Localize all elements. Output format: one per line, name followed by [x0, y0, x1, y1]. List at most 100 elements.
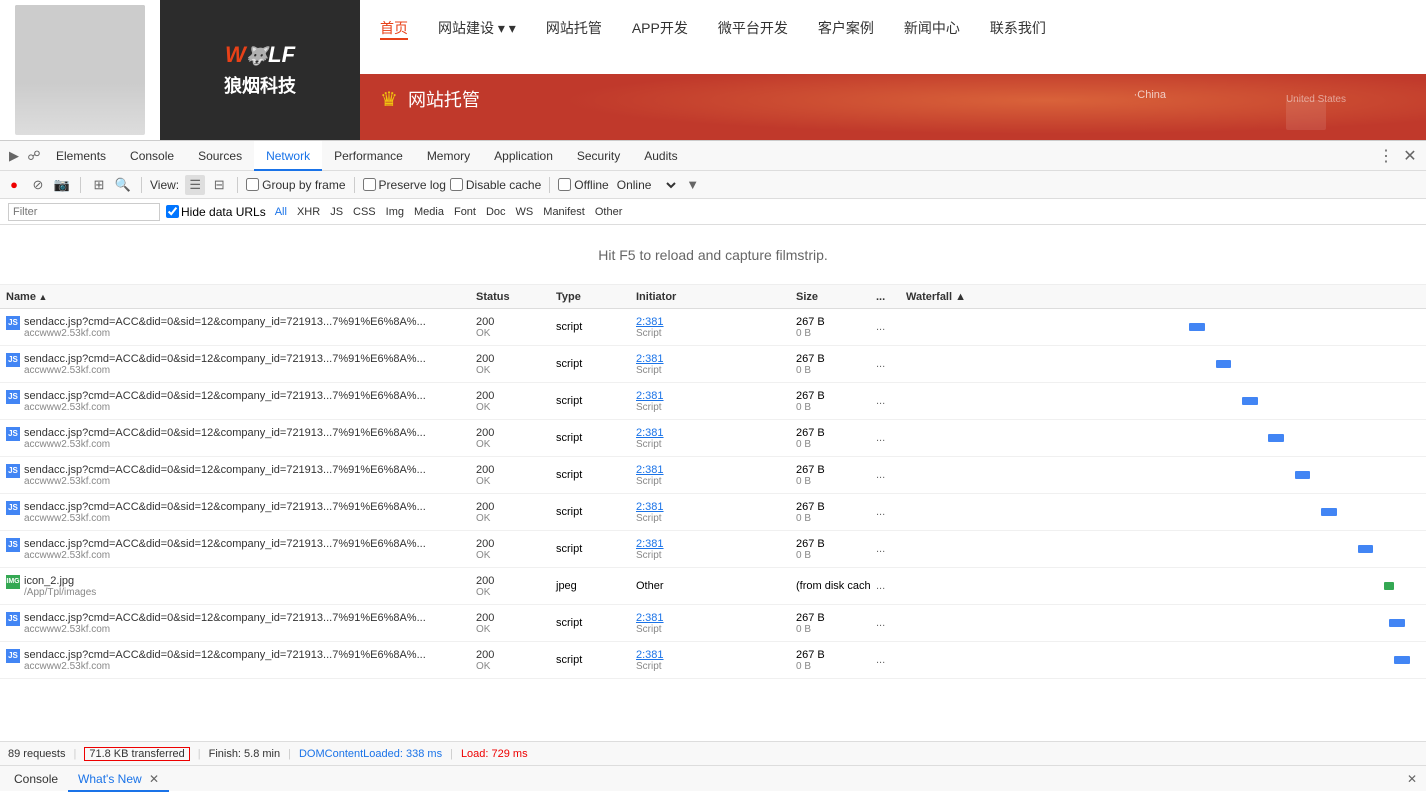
initiator-link[interactable]: 2:381 [636, 427, 664, 439]
row-more[interactable]: ... [870, 319, 900, 335]
filter-bar: Hide data URLs All XHR JS CSS Img Media … [0, 199, 1426, 225]
row-type: script [550, 356, 630, 372]
filter-type-media[interactable]: Media [411, 205, 447, 219]
nav-item-app[interactable]: APP开发 [632, 18, 688, 40]
col-size[interactable]: Size [790, 291, 870, 303]
row-more[interactable]: ... [870, 430, 900, 446]
tab-performance[interactable]: Performance [322, 141, 415, 171]
row-more[interactable]: ... [870, 356, 900, 372]
tab-elements[interactable]: Elements [44, 141, 118, 171]
filter-type-all[interactable]: All [272, 205, 290, 219]
offline-input[interactable] [558, 178, 571, 191]
separator: | [198, 748, 201, 760]
throttle-select[interactable]: Online Fast 3G Slow 3G Offline [613, 177, 679, 193]
row-more[interactable]: ... [870, 541, 900, 557]
bottom-tab-console[interactable]: Console [4, 766, 68, 792]
name-texts: sendacc.jsp?cmd=ACC&did=0&sid=12&company… [24, 538, 426, 561]
row-more[interactable]: ... [870, 504, 900, 520]
table-row[interactable]: JS sendacc.jsp?cmd=ACC&did=0&sid=12&comp… [0, 420, 1426, 457]
row-more[interactable]: ... [870, 578, 900, 594]
list-view-icon[interactable]: ☰ [185, 175, 205, 195]
nav-item-news[interactable]: 新闻中心 [904, 18, 960, 40]
table-row[interactable]: JS sendacc.jsp?cmd=ACC&did=0&sid=12&comp… [0, 346, 1426, 383]
filter-type-font[interactable]: Font [451, 205, 479, 219]
initiator-link[interactable]: 2:381 [636, 390, 664, 402]
table-row[interactable]: JS sendacc.jsp?cmd=ACC&did=0&sid=12&comp… [0, 494, 1426, 531]
initiator-link[interactable]: 2:381 [636, 464, 664, 476]
table-row[interactable]: JS sendacc.jsp?cmd=ACC&did=0&sid=12&comp… [0, 309, 1426, 346]
initiator-link[interactable]: 2:381 [636, 612, 664, 624]
initiator-link[interactable]: 2:381 [636, 649, 664, 661]
tab-audits[interactable]: Audits [632, 141, 689, 171]
filter-input[interactable] [8, 203, 160, 221]
disable-cache-input[interactable] [450, 178, 463, 191]
inspect-icon[interactable]: ▶ [4, 146, 24, 166]
website-header: W🐺LF 狼烟科技 首页 网站建设 ▾ 网站托管 APP开发 微平台开发 客户案… [0, 0, 1426, 140]
bottom-tab-whats-new[interactable]: What's New ✕ [68, 766, 169, 792]
initiator-link[interactable]: 2:381 [636, 538, 664, 550]
table-row[interactable]: JS sendacc.jsp?cmd=ACC&did=0&sid=12&comp… [0, 605, 1426, 642]
table-row[interactable]: IMG icon_2.jpg /App/Tpl/images 200OK jpe… [0, 568, 1426, 605]
nav-item-micro[interactable]: 微平台开发 [718, 18, 788, 40]
search-icon[interactable]: 🔍 [113, 175, 133, 195]
filter-type-manifest[interactable]: Manifest [540, 205, 588, 219]
filter-type-other[interactable]: Other [592, 205, 626, 219]
throttle-dropdown-icon[interactable]: ▼ [683, 175, 703, 195]
initiator-link[interactable]: 2:381 [636, 316, 664, 328]
row-more[interactable]: ... [870, 652, 900, 668]
name-texts: sendacc.jsp?cmd=ACC&did=0&sid=12&company… [24, 316, 426, 339]
camera-icon[interactable]: 📷 [52, 175, 72, 195]
tab-network[interactable]: Network [254, 141, 322, 171]
col-waterfall[interactable]: Waterfall ▲ [900, 291, 1426, 303]
group-by-frame-input[interactable] [246, 178, 259, 191]
tab-sources[interactable]: Sources [186, 141, 254, 171]
filter-icon[interactable]: ⊞ [89, 175, 109, 195]
filter-type-xhr[interactable]: XHR [294, 205, 323, 219]
nav-item-home[interactable]: 首页 [380, 18, 408, 40]
filter-type-css[interactable]: CSS [350, 205, 379, 219]
filter-type-img[interactable]: Img [383, 205, 407, 219]
nav-item-website-build[interactable]: 网站建设 ▾ [438, 18, 516, 40]
filter-type-js[interactable]: JS [327, 205, 346, 219]
tab-security[interactable]: Security [565, 141, 632, 171]
close-devtools-icon[interactable]: ✕ [1398, 144, 1422, 168]
tab-memory[interactable]: Memory [415, 141, 482, 171]
record-icon[interactable]: ● [4, 175, 24, 195]
col-initiator[interactable]: Initiator [630, 291, 790, 303]
col-status[interactable]: Status [470, 291, 550, 303]
close-bottom-panel-icon[interactable]: ✕ [1402, 769, 1422, 789]
close-tab-icon[interactable]: ✕ [149, 772, 159, 786]
col-type[interactable]: Type [550, 291, 630, 303]
more-options-icon[interactable]: ⋮ [1374, 144, 1398, 168]
tab-console[interactable]: Console [118, 141, 186, 171]
group-by-frame-checkbox[interactable]: Group by frame [246, 178, 345, 192]
offline-checkbox[interactable]: Offline [558, 178, 608, 192]
tab-application[interactable]: Application [482, 141, 565, 171]
header-sub: ♛ 网站托管 [360, 74, 480, 124]
hide-data-urls-input[interactable] [166, 205, 179, 218]
row-more[interactable]: ... [870, 393, 900, 409]
nav-item-contact[interactable]: 联系我们 [990, 18, 1046, 40]
nav-item-cases[interactable]: 客户案例 [818, 18, 874, 40]
disable-cache-checkbox[interactable]: Disable cache [450, 178, 541, 192]
initiator-link[interactable]: 2:381 [636, 353, 664, 365]
device-icon[interactable]: ☍ [24, 146, 44, 166]
clear-icon[interactable]: ⊘ [28, 175, 48, 195]
filter-type-doc[interactable]: Doc [483, 205, 509, 219]
initiator-link[interactable]: 2:381 [636, 501, 664, 513]
row-more[interactable]: ... [870, 467, 900, 483]
table-row[interactable]: JS sendacc.jsp?cmd=ACC&did=0&sid=12&comp… [0, 531, 1426, 568]
table-row[interactable]: JS sendacc.jsp?cmd=ACC&did=0&sid=12&comp… [0, 457, 1426, 494]
preserve-log-input[interactable] [363, 178, 376, 191]
preserve-log-checkbox[interactable]: Preserve log [363, 178, 446, 192]
table-row[interactable]: JS sendacc.jsp?cmd=ACC&did=0&sid=12&comp… [0, 642, 1426, 679]
filter-type-ws[interactable]: WS [513, 205, 537, 219]
table-row[interactable]: JS sendacc.jsp?cmd=ACC&did=0&sid=12&comp… [0, 383, 1426, 420]
row-type: script [550, 467, 630, 483]
row-more[interactable]: ... [870, 615, 900, 631]
nav-item-hosting[interactable]: 网站托管 [546, 18, 602, 40]
col-name[interactable]: Name [0, 291, 470, 303]
network-table[interactable]: Name Status Type Initiator Size ... Wate… [0, 285, 1426, 741]
grid-view-icon[interactable]: ⊟ [209, 175, 229, 195]
hide-data-urls-checkbox[interactable]: Hide data URLs [166, 205, 266, 219]
